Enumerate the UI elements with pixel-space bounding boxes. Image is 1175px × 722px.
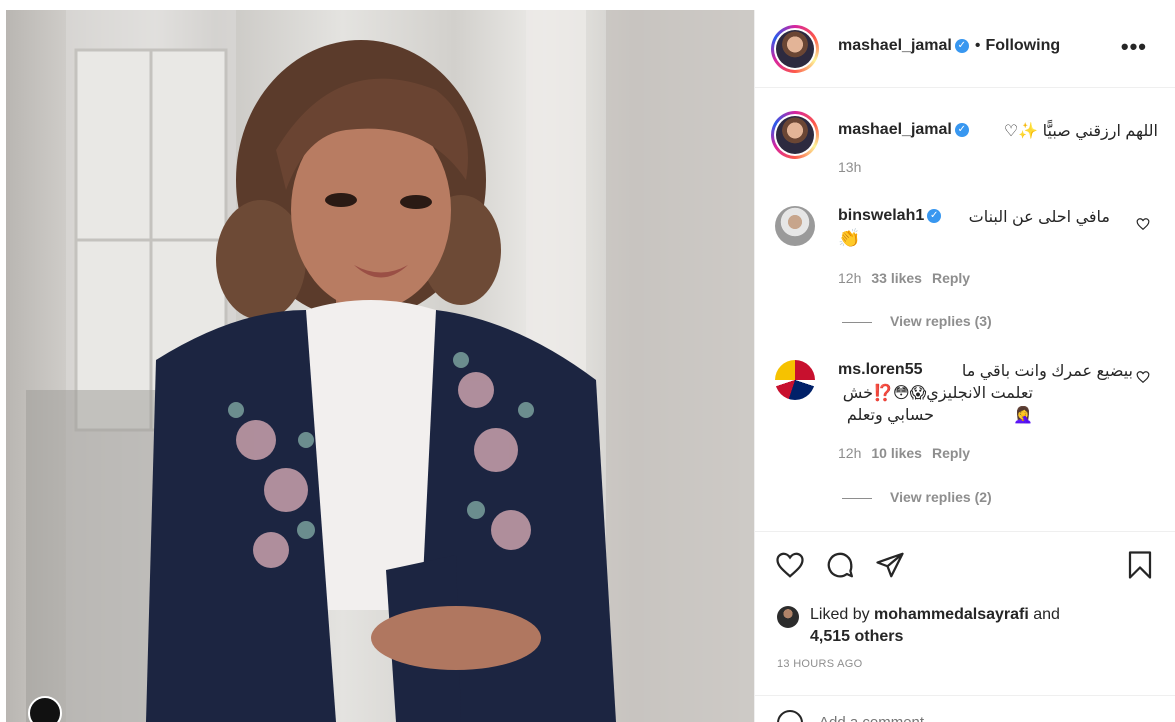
verified-badge-icon: ✓ bbox=[954, 122, 969, 137]
verified-badge-icon: ✓ bbox=[927, 208, 942, 223]
post-photo-illustration bbox=[26, 10, 754, 722]
post-photo[interactable] bbox=[6, 10, 754, 722]
reply-button[interactable]: Reply bbox=[932, 270, 970, 286]
post-actions bbox=[755, 531, 1175, 591]
tag-indicator-icon[interactable] bbox=[28, 696, 62, 722]
comment-username[interactable]: binswelah1 bbox=[838, 207, 924, 224]
bookmark-icon[interactable] bbox=[1125, 550, 1155, 580]
comment-avatar[interactable] bbox=[775, 360, 815, 400]
comment-like-heart-icon[interactable] bbox=[1136, 370, 1150, 384]
comment-emoji: 👏 bbox=[838, 228, 861, 248]
view-replies-button[interactable]: View replies (2) bbox=[842, 489, 992, 505]
comment-item: ms.loren55 بيضيع عمرك وانت باقي ما تعلمت… bbox=[838, 361, 1133, 424]
divider-line bbox=[842, 321, 872, 323]
caption-text: اللهم ارزقني صبيًّا ✨♡ bbox=[1003, 123, 1158, 140]
view-replies-label: View replies (2) bbox=[890, 489, 992, 505]
following-button[interactable]: Following bbox=[985, 37, 1060, 54]
view-replies-label: View replies (3) bbox=[890, 313, 992, 329]
comment-time: 12h bbox=[838, 445, 862, 461]
add-comment-bar bbox=[755, 695, 1175, 722]
caption-username[interactable]: mashael_jamal bbox=[838, 121, 952, 138]
more-options-icon[interactable]: ••• bbox=[1121, 34, 1147, 60]
heart-icon[interactable] bbox=[775, 550, 805, 580]
share-icon[interactable] bbox=[875, 550, 905, 580]
comment-time: 12h bbox=[838, 270, 862, 286]
separator-dot: • bbox=[974, 37, 981, 54]
caption: mashael_jamal ✓ اللهم ارزقني صبيًّا ✨♡ bbox=[838, 121, 1158, 141]
header-user-line: mashael_jamal ✓ • Following bbox=[838, 37, 1060, 55]
caption-timestamp: 13h bbox=[838, 159, 862, 175]
divider-line bbox=[842, 497, 872, 499]
emoji-icon[interactable] bbox=[777, 710, 803, 722]
verified-badge-icon: ✓ bbox=[954, 38, 969, 53]
comment-text: مافي احلى عن البنات bbox=[968, 209, 1110, 226]
author-avatar[interactable] bbox=[771, 25, 819, 73]
comment-like-heart-icon[interactable] bbox=[1136, 217, 1150, 231]
view-replies-button[interactable]: View replies (3) bbox=[842, 313, 992, 329]
liked-by-prefix: Liked by bbox=[810, 606, 870, 623]
caption-avatar[interactable] bbox=[771, 111, 819, 159]
add-comment-input[interactable] bbox=[819, 714, 1069, 722]
post-side-panel: mashael_jamal ✓ • Following ••• mashael_jam… bbox=[754, 10, 1175, 722]
comment-likes[interactable]: 10 likes bbox=[871, 445, 922, 461]
comments-list[interactable]: mashael_jamal ✓ اللهم ارزقني صبيًّا ✨♡ 13… bbox=[755, 89, 1175, 531]
comment-username[interactable]: ms.loren55 bbox=[838, 361, 922, 378]
comment-meta: 12h 33 likes Reply bbox=[838, 270, 970, 286]
liked-by-text: Liked by mohammedalsayrafi and 4,515 oth… bbox=[810, 604, 1100, 648]
post-header: mashael_jamal ✓ • Following ••• bbox=[755, 10, 1175, 88]
liker-avatar[interactable] bbox=[777, 606, 799, 628]
comment-icon[interactable] bbox=[825, 550, 855, 580]
comment-text-line: حسابي وتعلم bbox=[846, 407, 934, 424]
comment-avatar[interactable] bbox=[775, 206, 815, 246]
liked-by-others[interactable]: 4,515 others bbox=[810, 628, 903, 645]
reply-button[interactable]: Reply bbox=[932, 445, 970, 461]
comment-likes[interactable]: 33 likes bbox=[871, 270, 922, 286]
comment-text-line: بيضيع عمرك وانت باقي ما bbox=[961, 363, 1133, 380]
author-username[interactable]: mashael_jamal bbox=[838, 37, 952, 54]
post-time-ago[interactable]: 13 HOURS AGO bbox=[777, 658, 863, 670]
liked-by-joiner: and bbox=[1033, 606, 1060, 623]
comment-meta: 12h 10 likes Reply bbox=[838, 445, 970, 461]
liked-by-user[interactable]: mohammedalsayrafi bbox=[874, 606, 1029, 623]
comment-item: binswelah1 ✓ مافي احلى عن البنات bbox=[838, 207, 1110, 226]
